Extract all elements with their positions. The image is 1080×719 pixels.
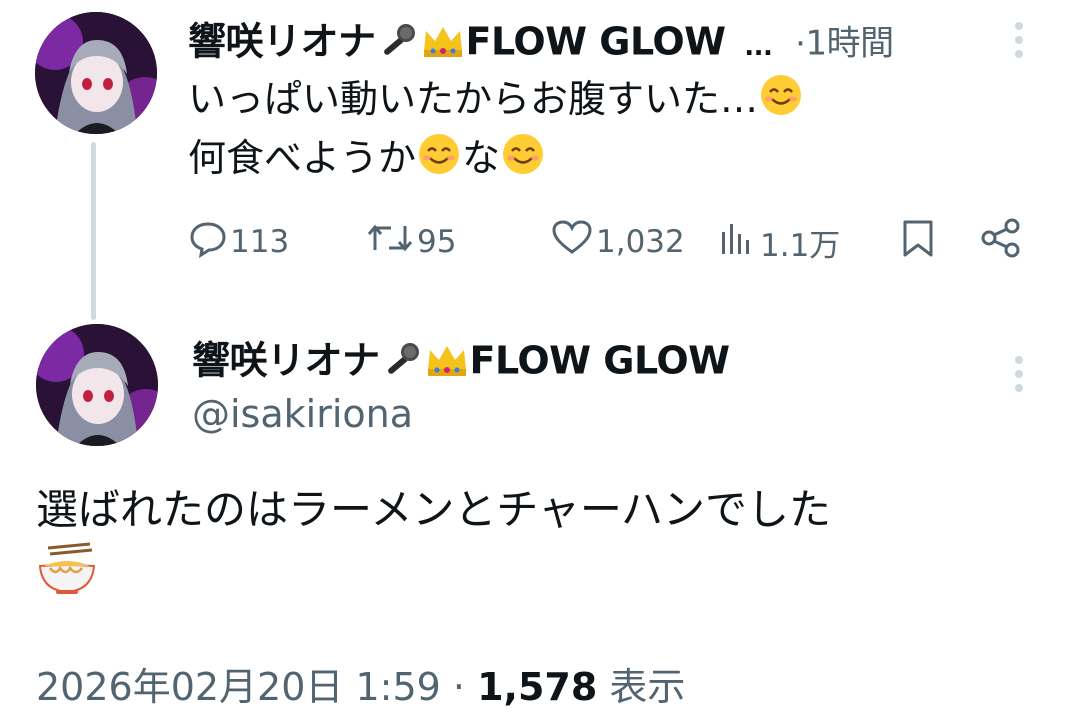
avatar[interactable]: [35, 12, 157, 134]
views-button[interactable]: 1.1万: [718, 218, 840, 266]
microphone-icon: [380, 340, 424, 386]
view-count: 1.1万: [760, 227, 841, 264]
tweet-meta: 2026年02月20日 1:59 · 1,578 表示: [36, 656, 685, 711]
retweet-button[interactable]: 95: [365, 218, 456, 266]
crown-icon: [420, 21, 466, 67]
author-name[interactable]: 響咲リオナ FLOW GLOW: [192, 340, 730, 386]
author-name-suffix: FLOW GLOW: [465, 19, 727, 64]
like-button[interactable]: 1,032: [550, 218, 685, 266]
reply-text-part: 何食べようか: [188, 136, 417, 180]
reply-count: 113: [230, 224, 290, 260]
reply-button[interactable]: 113: [188, 218, 289, 266]
thread-connector-line: [91, 142, 96, 320]
more-options-icon[interactable]: [1014, 356, 1024, 398]
reply-text-part: な: [462, 136, 501, 180]
reply-icon: [188, 218, 230, 266]
author-name-text: 響咲リオナ: [188, 19, 376, 64]
smiling-face-icon: [416, 131, 462, 190]
more-options-icon[interactable]: [1014, 22, 1024, 64]
separator-dot: ·: [795, 23, 806, 64]
tweet-timestamp[interactable]: 1時間: [805, 24, 894, 64]
retweet-icon: [365, 218, 417, 266]
smiling-face-icon: [758, 72, 804, 131]
separator-dot: ·: [452, 665, 466, 709]
microphone-icon: [376, 21, 420, 67]
avatar[interactable]: [36, 324, 158, 446]
views-icon: [718, 218, 760, 266]
bookmark-icon[interactable]: [898, 218, 938, 262]
like-icon: [550, 218, 596, 266]
author-name[interactable]: 響咲リオナ FLOW GLOW ... ·1時間: [188, 21, 894, 67]
view-label: 表示: [609, 665, 686, 709]
author-name-text: 響咲リオナ: [192, 338, 380, 383]
author-handle[interactable]: @isakiriona: [192, 392, 413, 436]
crown-icon: [424, 340, 470, 386]
retweet-count: 95: [417, 224, 457, 260]
main-tweet-text: 選ばれたのはラーメンとチャーハンでした: [36, 480, 831, 614]
reply-text-line-1: いっぱい動いたからお腹すいた…: [188, 72, 804, 131]
reply-text-line-2: 何食べようか な: [188, 131, 804, 190]
reply-tweet-text: いっぱい動いたからお腹すいた… 何食べようか な: [188, 72, 804, 190]
reply-text-part: いっぱい動いたからお腹すいた…: [188, 77, 759, 121]
name-truncation: ...: [744, 31, 773, 62]
tweet-date[interactable]: 2026年02月20日 1:59: [36, 665, 441, 709]
view-count: 1,578: [477, 665, 598, 709]
author-name-suffix: FLOW GLOW: [469, 338, 731, 383]
main-tweet-text-line: 選ばれたのはラーメンとチャーハンでした: [36, 485, 832, 534]
smiling-face-icon: [500, 131, 546, 190]
ramen-bowl-icon: [36, 542, 831, 614]
like-count: 1,032: [596, 224, 685, 260]
share-icon[interactable]: [980, 218, 1022, 262]
